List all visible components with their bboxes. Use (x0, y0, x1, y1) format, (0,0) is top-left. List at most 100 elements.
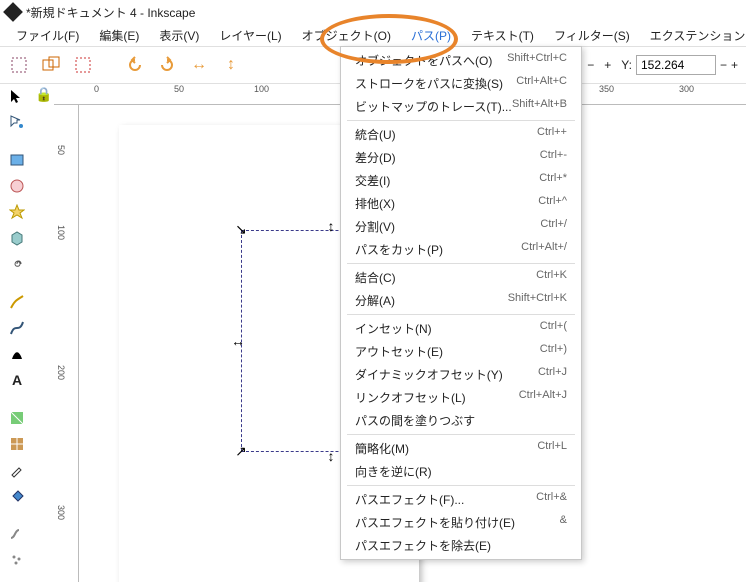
menu-edit[interactable]: 編集(E) (89, 25, 149, 46)
select-layers-icon[interactable] (40, 54, 62, 76)
cube-tool[interactable] (7, 228, 27, 248)
path-menu-item[interactable]: インセット(N) Ctrl+( (341, 317, 581, 340)
menu-item-shortcut: & (560, 514, 567, 531)
menu-item-label: 分割(V) (355, 218, 395, 235)
path-menu-item[interactable]: パスエフェクトを除去(E) (341, 534, 581, 557)
menu-item-label: インセット(N) (355, 320, 432, 337)
flip-v-icon[interactable]: ↕ (220, 54, 242, 76)
ruler-v-200: 200 (56, 365, 66, 380)
rotate-cw-icon[interactable] (156, 54, 178, 76)
ruler-h-300: 300 (679, 84, 694, 94)
path-menu-item[interactable]: 結合(C) Ctrl+K (341, 266, 581, 289)
spiral-tool[interactable] (7, 254, 27, 274)
menu-item-label: 統合(U) (355, 126, 396, 143)
menu-item-label: 交差(I) (355, 172, 390, 189)
menu-item-label: パスをカット(P) (355, 241, 443, 258)
menu-item-shortcut: Ctrl+K (536, 269, 567, 286)
menu-item-label: パスエフェクト(F)... (355, 491, 464, 508)
ruler-vertical: 50 100 200 300 (54, 105, 79, 582)
rotate-ccw-icon[interactable] (124, 54, 146, 76)
bucket-tool[interactable] (7, 486, 27, 506)
menu-item-label: リンクオフセット(L) (355, 389, 466, 406)
coord-y-input[interactable] (636, 55, 716, 75)
coord-y: Y: − + (621, 55, 738, 75)
menu-item-label: オブジェクトをパスへ(O) (355, 52, 492, 69)
ruler-h-100: 100 (254, 84, 269, 94)
text-tool[interactable]: A (7, 370, 27, 390)
menu-item-shortcut: Shift+Alt+B (512, 98, 567, 115)
coord-y-minus[interactable]: − (720, 58, 727, 72)
pencil-tool[interactable] (7, 292, 27, 312)
select-all-icon[interactable] (8, 54, 30, 76)
menu-item-label: 差分(D) (355, 149, 396, 166)
circle-tool[interactable] (7, 176, 27, 196)
handle-w[interactable]: ↔ (231, 335, 243, 347)
gradient-tool[interactable] (7, 408, 27, 428)
menu-item-shortcut: Ctrl+^ (538, 195, 567, 212)
path-menu-item[interactable]: パスをカット(P)Ctrl+Alt+/ (341, 238, 581, 261)
menu-item-label: アウトセット(E) (355, 343, 443, 360)
path-menu-item[interactable]: 交差(I) Ctrl+* (341, 169, 581, 192)
lock-icon[interactable]: 🔒 (35, 86, 52, 582)
path-menu-item[interactable]: 簡略化(M)Ctrl+L (341, 437, 581, 460)
selector-tool[interactable] (7, 86, 27, 106)
menu-item-shortcut: Ctrl+/ (540, 218, 567, 235)
path-menu-item[interactable]: 差分(D) Ctrl+- (341, 146, 581, 169)
mesh-tool[interactable] (7, 434, 27, 454)
menu-filters[interactable]: フィルター(S) (544, 25, 640, 46)
path-menu-item[interactable]: パスエフェクトを貼り付け(E)& (341, 511, 581, 534)
path-menu-item[interactable]: ダイナミックオフセット(Y)Ctrl+J (341, 363, 581, 386)
menu-item-shortcut: Ctrl+- (540, 149, 567, 166)
menu-item-label: ストロークをパスに変換(S) (355, 75, 503, 92)
handle-sw[interactable]: ↗ (235, 445, 247, 457)
node-tool[interactable] (7, 112, 27, 132)
menu-item-shortcut: Ctrl+Alt+C (516, 75, 567, 92)
path-dropdown: オブジェクトをパスへ(O) Shift+Ctrl+Cストロークをパスに変換(S) C… (340, 46, 582, 560)
menubar: ファイル(F) 編集(E) 表示(V) レイヤー(L) オブジェクト(O) パス… (0, 24, 746, 46)
menu-layer[interactable]: レイヤー(L) (209, 25, 291, 46)
path-menu-item[interactable]: パスエフェクト(F)...Ctrl+& (341, 488, 581, 511)
rect-tool[interactable] (7, 150, 27, 170)
menu-item-shortcut: Ctrl+* (539, 172, 567, 189)
menu-object[interactable]: オブジェクト(O) (292, 25, 401, 46)
path-menu-item[interactable]: アウトセット(E)Ctrl+) (341, 340, 581, 363)
menu-item-shortcut: Shift+Ctrl+K (508, 292, 567, 309)
coord-minus[interactable]: − (587, 58, 594, 72)
bezier-tool[interactable] (7, 318, 27, 338)
path-menu-item[interactable]: 向きを逆に(R) (341, 460, 581, 483)
menu-extensions[interactable]: エクステンション(N) (640, 25, 746, 46)
path-menu-item[interactable]: リンクオフセット(L)Ctrl+Alt+J (341, 386, 581, 409)
ruler-v-100: 100 (56, 225, 66, 240)
flip-h-icon[interactable]: ↔ (188, 54, 210, 76)
spray-tool[interactable] (7, 550, 27, 570)
menu-file[interactable]: ファイル(F) (6, 25, 89, 46)
menu-item-shortcut: Ctrl+( (540, 320, 567, 337)
deselect-icon[interactable] (72, 54, 94, 76)
path-menu-item[interactable]: ストロークをパスに変換(S) Ctrl+Alt+C (341, 72, 581, 95)
tweak-tool[interactable] (7, 524, 27, 544)
menu-text[interactable]: テキスト(T) (461, 25, 544, 46)
menu-item-label: 向きを逆に(R) (355, 463, 432, 480)
path-menu-item[interactable]: 統合(U)Ctrl++ (341, 123, 581, 146)
star-tool[interactable] (7, 202, 27, 222)
path-menu-item[interactable]: パスの間を塗りつぶす (341, 409, 581, 432)
path-menu-item[interactable]: 排他(X)Ctrl+^ (341, 192, 581, 215)
path-menu-item[interactable]: ビットマップのトレース(T)...Shift+Alt+B (341, 95, 581, 118)
path-menu-item[interactable]: 分割(V) Ctrl+/ (341, 215, 581, 238)
menu-item-label: 結合(C) (355, 269, 396, 286)
menu-path[interactable]: パス(P) (401, 25, 461, 46)
handle-n[interactable]: ↕ (325, 220, 337, 232)
path-menu-item[interactable]: オブジェクトをパスへ(O) Shift+Ctrl+C (341, 49, 581, 72)
ruler-h-350: 350 (599, 84, 614, 94)
menu-item-shortcut: Shift+Ctrl+C (507, 52, 567, 69)
menu-view[interactable]: 表示(V) (149, 25, 209, 46)
handle-s[interactable]: ↕ (325, 450, 337, 462)
menu-separator (347, 314, 575, 315)
dropper-tool[interactable] (7, 460, 27, 480)
path-menu-item[interactable]: 分解(A) Shift+Ctrl+K (341, 289, 581, 312)
handle-nw[interactable]: ↘ (235, 223, 247, 235)
coord-y-plus[interactable]: + (731, 58, 738, 72)
calligraphy-tool[interactable] (7, 344, 27, 364)
coord-plus[interactable]: + (604, 58, 611, 72)
menu-item-label: 分解(A) (355, 292, 395, 309)
